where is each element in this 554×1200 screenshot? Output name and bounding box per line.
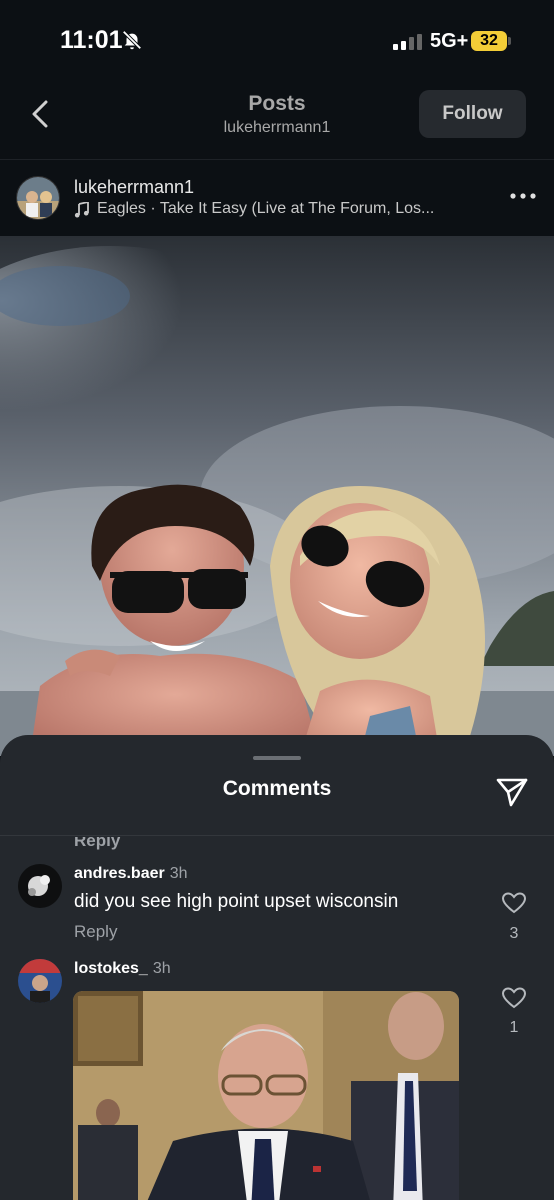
comment-username-text[interactable]: lostokes_ [74,960,148,977]
comment-gif[interactable] [73,991,459,1200]
post-audio-track[interactable]: Eagles · Take It Easy (Live at The Forum… [97,200,434,218]
post-username[interactable]: lukeherrmann1 [74,177,194,198]
post-header: lukeherrmann1 Eagles · Take It Easy (Liv… [0,160,554,236]
comment-username[interactable]: andres.baer 3h [74,865,188,883]
avatar[interactable] [18,864,62,908]
cellular-signal-icon [393,34,422,50]
battery-level: 32 [471,31,507,51]
network-type: 5G+ [430,30,469,52]
avatar[interactable] [16,176,60,220]
reply-button[interactable]: Reply [74,837,120,851]
more-horizontal-icon[interactable] [506,184,540,208]
post-photo[interactable] [0,236,554,756]
like-count: 1 [509,1019,519,1036]
paper-plane-icon[interactable] [495,775,529,809]
music-note-icon [74,202,89,218]
reply-button[interactable]: Reply [74,922,117,942]
sheet-divider [0,835,554,836]
avatar[interactable] [18,959,62,1003]
comment-timestamp: 3h [169,865,188,882]
like-count: 3 [509,925,519,942]
battery-tip [508,37,511,45]
status-time: 11:01 [60,26,123,54]
comments-sheet: Comments Reply andres.baer 3h did you see… [0,735,554,1200]
comment-username[interactable]: lostokes_ 3h [74,960,171,978]
heart-outline-icon[interactable] [502,987,526,1009]
comment-text: did you see high point upset wisconsin [74,891,399,912]
sheet-drag-handle[interactable] [253,756,301,760]
status-bar: 11:01 5G+ 32 [0,0,554,80]
bell-slash-icon [122,30,142,50]
top-nav-bar: Posts lukeherrmann1 Follow [0,80,554,160]
comment-timestamp: 3h [152,960,171,977]
follow-button[interactable]: Follow [419,90,526,138]
comments-title: Comments [222,777,332,800]
comment-username-text[interactable]: andres.baer [74,865,165,882]
heart-outline-icon[interactable] [502,892,526,914]
